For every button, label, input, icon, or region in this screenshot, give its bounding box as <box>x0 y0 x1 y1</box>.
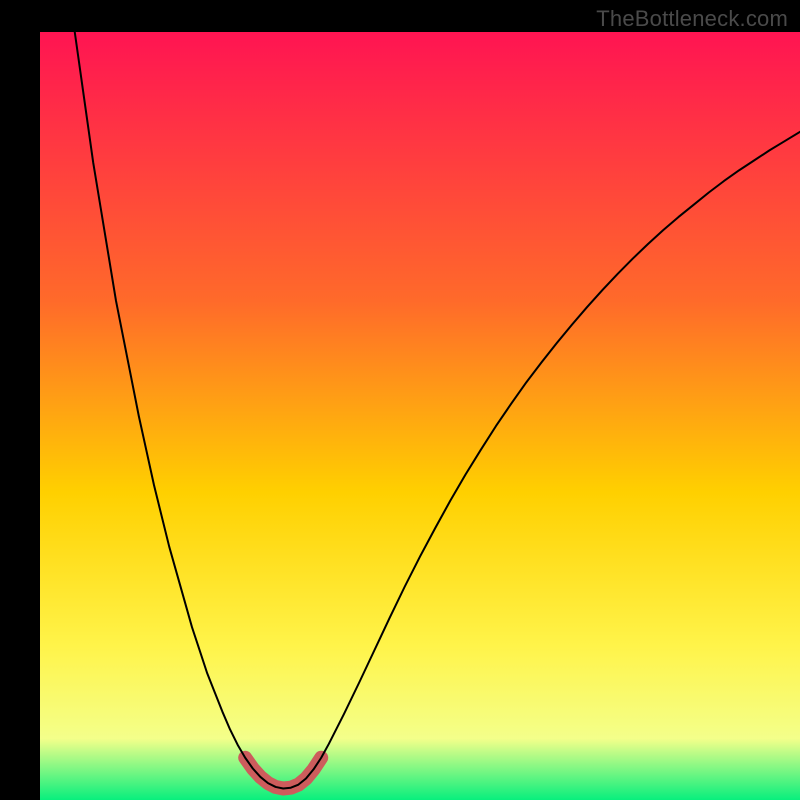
app-frame: TheBottleneck.com <box>0 0 800 800</box>
watermark-text: TheBottleneck.com <box>596 6 788 32</box>
chart-svg <box>40 32 800 800</box>
plot-area <box>40 32 800 800</box>
chart-background <box>40 32 800 800</box>
